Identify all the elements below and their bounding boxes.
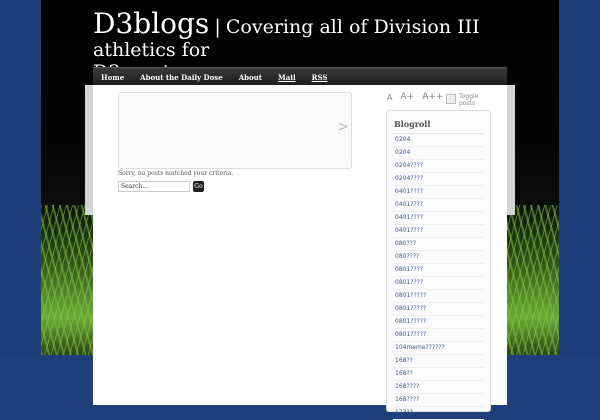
blogroll-link[interactable]: 0801????	[393, 277, 484, 290]
nav-about-daily-dose[interactable]: About the Daily Dose	[140, 73, 223, 82]
toggle-label-line1: Toggle	[459, 93, 479, 100]
font-size-large-button[interactable]: A++	[422, 92, 443, 102]
blogroll-link[interactable]: 104meme??????	[393, 342, 484, 355]
toggle-posts-button[interactable]: Toggle posts	[446, 93, 478, 107]
background-right	[559, 0, 600, 400]
blogroll-link[interactable]: 080???	[393, 238, 484, 251]
search-form: Go	[118, 181, 204, 192]
blogroll-link[interactable]: 0401????	[393, 186, 484, 199]
nav-rss[interactable]: RSS	[312, 73, 328, 82]
toggle-label: Toggle posts	[459, 93, 478, 107]
blogroll-link[interactable]: 0801?????	[393, 329, 484, 342]
toggle-label-line2: posts	[459, 100, 476, 107]
blogroll-link[interactable]: 0401????	[393, 212, 484, 225]
nav-about[interactable]: About	[239, 73, 262, 82]
blogroll-link[interactable]: 0801????	[393, 264, 484, 277]
blogroll-link[interactable]: 0401????	[393, 199, 484, 212]
blogroll-link[interactable]: 0801?????	[393, 316, 484, 329]
blogroll-link[interactable]: 168????	[393, 381, 484, 394]
blogroll-link[interactable]: 080????	[393, 251, 484, 264]
toggle-icon	[446, 94, 456, 104]
font-size-controls: A A+ A++	[387, 92, 443, 102]
blogroll-link[interactable]: 0204	[393, 147, 484, 160]
blogroll-link[interactable]: 168??	[393, 355, 484, 368]
no-posts-message: Sorry, no posts matched your criteria.	[118, 170, 234, 177]
featured-posts-box: >	[118, 92, 352, 169]
font-size-normal-button[interactable]: A	[387, 93, 392, 102]
nav-mail[interactable]: Mail	[278, 73, 296, 82]
blogroll-link[interactable]: 0801?????	[393, 303, 484, 316]
page-content: > Sorry, no posts matched your criteria.…	[93, 85, 507, 420]
search-go-button[interactable]: Go	[193, 181, 204, 192]
search-input[interactable]	[118, 181, 190, 192]
blogroll-widget: Blogroll 0204 0204 0204???? 0204???? 0401???…	[386, 110, 491, 420]
background-left	[0, 0, 41, 400]
blogroll-list: 0204 0204 0204???? 0204???? 0401???? 0401????…	[387, 134, 490, 420]
blogroll-title: Blogroll	[394, 119, 431, 129]
blogroll-link[interactable]: 173??	[393, 407, 484, 420]
blogroll-link[interactable]: 0204	[393, 134, 484, 147]
page-shadow-right	[507, 85, 515, 215]
main-nav: Home About the Daily Dose About Mail RSS	[93, 67, 507, 86]
blogroll-link[interactable]: 0204????	[393, 160, 484, 173]
site-name[interactable]: D3blogs	[93, 7, 209, 40]
blogroll-link[interactable]: 0801?????	[393, 290, 484, 303]
blogroll-link[interactable]: 0401????	[393, 225, 484, 238]
site-separator: |	[214, 16, 221, 38]
blogroll-link[interactable]: 168????	[393, 394, 484, 407]
blogroll-link[interactable]: 168??	[393, 368, 484, 381]
next-arrow-icon[interactable]: >	[337, 119, 349, 135]
page-shadow-left	[85, 85, 93, 215]
blogroll-link[interactable]: 0204????	[393, 173, 484, 186]
nav-home[interactable]: Home	[101, 73, 124, 82]
font-size-increase-button[interactable]: A+	[400, 92, 414, 102]
